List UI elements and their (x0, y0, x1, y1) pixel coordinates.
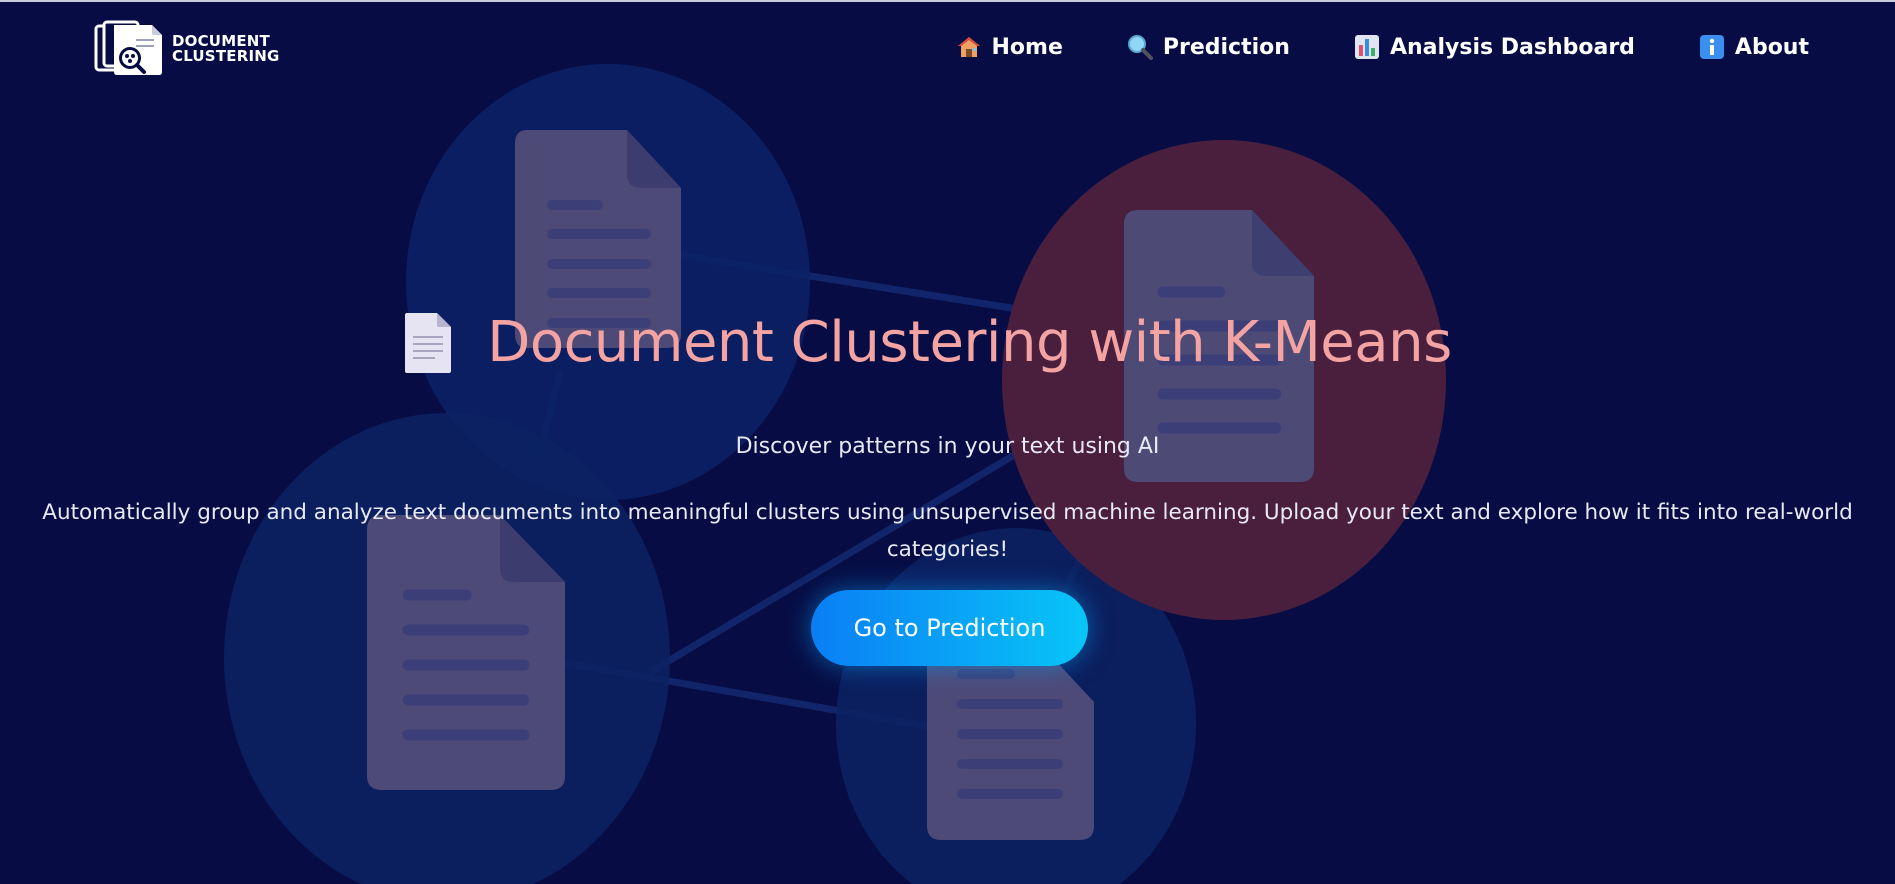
page: DOCUMENT CLUSTERING Home Prediction Anal… (0, 0, 1895, 884)
magnifier-icon (1127, 35, 1153, 60)
house-icon (957, 37, 980, 57)
info-icon (1699, 35, 1724, 59)
nav-analysis-dashboard-link[interactable]: Analysis Dashboard (1354, 34, 1635, 60)
logo-line-2: CLUSTERING (172, 47, 280, 65)
navbar: DOCUMENT CLUSTERING Home Prediction Anal… (0, 2, 1895, 98)
document-clustering-logo-icon (94, 20, 162, 75)
logo[interactable]: DOCUMENT CLUSTERING (92, 20, 282, 78)
hero-description: Automatically group and analyze text doc… (42, 500, 1853, 562)
page-document-icon (405, 312, 452, 373)
nav-about-label: About (1734, 34, 1809, 60)
go-to-prediction-button[interactable]: Go to Prediction (811, 590, 1088, 666)
hero-title-row: Document Clustering with K-Means (0, 310, 1895, 375)
nav-analysis-dashboard-label: Analysis Dashboard (1389, 34, 1635, 60)
page-title: Document Clustering with K-Means (487, 310, 1452, 375)
nav-home-label: Home (991, 34, 1063, 60)
nav-prediction-link[interactable]: Prediction (1127, 34, 1290, 60)
hero-subtitle: Discover patterns in your text using AI (735, 434, 1160, 459)
nav-about-link[interactable]: About (1699, 34, 1809, 60)
nav-prediction-label: Prediction (1162, 34, 1290, 60)
logo-text: DOCUMENT CLUSTERING (172, 34, 280, 64)
nav-home-link[interactable]: Home (956, 34, 1063, 60)
bar-chart-icon (1354, 35, 1379, 59)
nav-links: Home Prediction Analysis Dashboard About (892, 34, 1809, 60)
